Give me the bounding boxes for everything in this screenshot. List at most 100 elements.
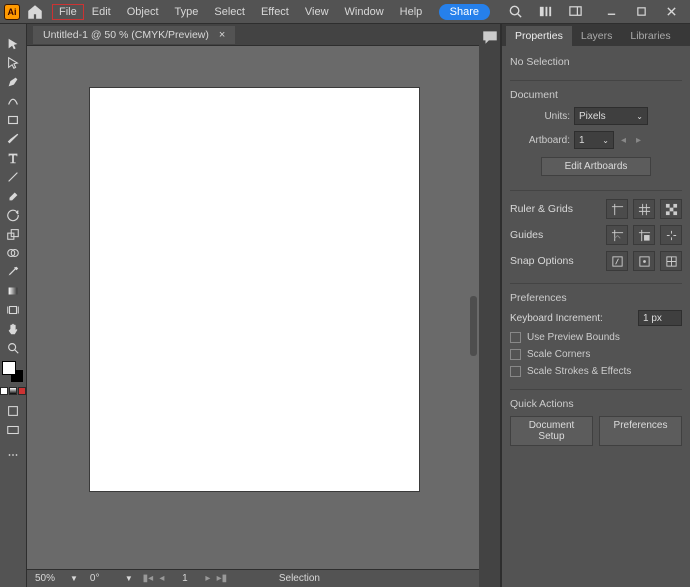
search-icon[interactable] — [503, 0, 527, 24]
document-tab[interactable]: Untitled-1 @ 50 % (CMYK/Preview) × — [33, 26, 235, 44]
home-icon[interactable] — [26, 3, 44, 21]
snap-grid-icon[interactable] — [660, 251, 682, 271]
scale-tool-icon[interactable] — [2, 224, 24, 243]
keyboard-increment-input[interactable]: 1 px — [638, 310, 682, 326]
line-tool-icon[interactable] — [2, 167, 24, 186]
eraser-tool-icon[interactable] — [2, 186, 24, 205]
chevron-down-icon: ⌄ — [602, 136, 609, 145]
tab-properties[interactable]: Properties — [506, 26, 572, 46]
status-mode: Selection — [279, 573, 320, 584]
transparency-grid-icon[interactable] — [660, 199, 682, 219]
artboard[interactable] — [90, 88, 419, 491]
vertical-scrollbar[interactable] — [467, 46, 479, 569]
document-tab-close-icon[interactable]: × — [219, 29, 225, 41]
paintbrush-tool-icon[interactable] — [2, 129, 24, 148]
selection-tool-icon[interactable] — [2, 34, 24, 53]
show-guides-icon[interactable] — [606, 225, 628, 245]
scale-strokes-checkbox[interactable] — [510, 366, 521, 377]
snap-point-icon[interactable] — [633, 251, 655, 271]
menu-effect[interactable]: Effect — [253, 3, 297, 21]
document-tab-bar: Untitled-1 @ 50 % (CMYK/Preview) × — [27, 24, 479, 46]
share-button[interactable]: Share — [439, 4, 490, 20]
rotate-tool-icon[interactable] — [2, 205, 24, 224]
menu-file[interactable]: File — [52, 4, 84, 20]
type-tool-icon[interactable] — [2, 148, 24, 167]
ruler-icon[interactable] — [606, 199, 628, 219]
artboard-index[interactable]: 1 — [169, 572, 201, 585]
snap-options-label: Snap Options — [510, 255, 602, 267]
document-section-head: Document — [510, 89, 682, 101]
nav-prev-icon[interactable]: ◂ — [155, 572, 169, 586]
use-preview-bounds-checkbox[interactable] — [510, 332, 521, 343]
eyedropper-tool-icon[interactable] — [2, 262, 24, 281]
canvas-area: Untitled-1 @ 50 % (CMYK/Preview) × 50% ▼ … — [27, 24, 479, 587]
artboard-prev-icon[interactable]: ◂ — [618, 135, 629, 146]
workspace-icon[interactable] — [563, 0, 587, 24]
screen-mode-icon[interactable] — [2, 420, 24, 439]
keyboard-increment-label: Keyboard Increment: — [510, 313, 634, 324]
nav-first-icon[interactable]: ▮◂ — [141, 572, 155, 586]
color-mode-swatches[interactable] — [0, 387, 26, 395]
menu-edit[interactable]: Edit — [84, 3, 119, 21]
draw-mode-icon[interactable] — [2, 401, 24, 420]
menu-select[interactable]: Select — [206, 3, 253, 21]
arrange-icon[interactable] — [533, 0, 557, 24]
use-preview-bounds-label: Use Preview Bounds — [527, 332, 620, 343]
zoom-dropdown[interactable]: 50% — [31, 572, 63, 585]
preferences-button[interactable]: Preferences — [599, 416, 682, 446]
fill-stroke-icon[interactable] — [2, 361, 24, 383]
quick-actions-head: Quick Actions — [510, 398, 682, 410]
pen-tool-icon[interactable] — [2, 72, 24, 91]
curvature-tool-icon[interactable] — [2, 91, 24, 110]
app-icon: Ai — [4, 4, 20, 20]
menu-help[interactable]: Help — [392, 3, 431, 21]
guides-label: Guides — [510, 229, 602, 241]
edit-toolbar-icon[interactable] — [2, 445, 24, 464]
scale-corners-label: Scale Corners — [527, 349, 590, 360]
artboard-navigation: ▮◂ ◂ 1 ▸ ▸▮ — [141, 572, 229, 586]
ruler-grids-label: Ruler & Grids — [510, 203, 602, 215]
menu-object[interactable]: Object — [119, 3, 167, 21]
menu-view[interactable]: View — [297, 3, 337, 21]
direct-selection-tool-icon[interactable] — [2, 53, 24, 72]
menu-window[interactable]: Window — [337, 3, 392, 21]
tab-layers[interactable]: Layers — [572, 26, 622, 46]
smart-guides-icon[interactable] — [660, 225, 682, 245]
gradient-tool-icon[interactable] — [2, 281, 24, 300]
nav-next-icon[interactable]: ▸ — [201, 572, 215, 586]
nav-last-icon[interactable]: ▸▮ — [215, 572, 229, 586]
main-area: Untitled-1 @ 50 % (CMYK/Preview) × 50% ▼ … — [0, 24, 690, 587]
canvas[interactable] — [27, 46, 479, 569]
zoom-tool-icon[interactable] — [2, 338, 24, 357]
status-bar: 50% ▼ 0° ▼ ▮◂ ◂ 1 ▸ ▸▮ Selection — [27, 569, 479, 587]
units-dropdown[interactable]: Pixels⌄ — [574, 107, 648, 125]
toolbar — [0, 24, 27, 587]
panel-dock — [479, 24, 501, 587]
lock-guides-icon[interactable] — [633, 225, 655, 245]
rectangle-tool-icon[interactable] — [2, 110, 24, 129]
shape-builder-tool-icon[interactable] — [2, 243, 24, 262]
chevron-down-icon: ▼ — [70, 574, 78, 583]
units-label: Units: — [510, 111, 570, 122]
edit-artboards-button[interactable]: Edit Artboards — [541, 157, 651, 176]
rotation-dropdown[interactable]: 0° — [86, 572, 118, 585]
hand-tool-icon[interactable] — [2, 319, 24, 338]
panel-tabs: Properties Layers Libraries — [502, 24, 690, 46]
menu-type[interactable]: Type — [167, 3, 207, 21]
no-selection-label: No Selection — [510, 56, 682, 68]
tab-libraries[interactable]: Libraries — [621, 26, 679, 46]
scale-corners-checkbox[interactable] — [510, 349, 521, 360]
grid-icon[interactable] — [633, 199, 655, 219]
minimize-icon[interactable] — [599, 0, 623, 24]
comments-panel-icon[interactable] — [481, 28, 499, 46]
snap-pixel-icon[interactable] — [606, 251, 628, 271]
chevron-down-icon: ▼ — [125, 574, 133, 583]
artboard-next-icon[interactable]: ▸ — [633, 135, 644, 146]
artboard-dropdown[interactable]: 1⌄ — [574, 131, 614, 149]
document-setup-button[interactable]: Document Setup — [510, 416, 593, 446]
maximize-icon[interactable] — [629, 0, 653, 24]
menu-bar: Ai File Edit Object Type Select Effect V… — [0, 0, 690, 24]
artboard-tool-icon[interactable] — [2, 300, 24, 319]
properties-panel: Properties Layers Libraries No Selection… — [501, 24, 690, 587]
close-icon[interactable] — [659, 0, 683, 24]
